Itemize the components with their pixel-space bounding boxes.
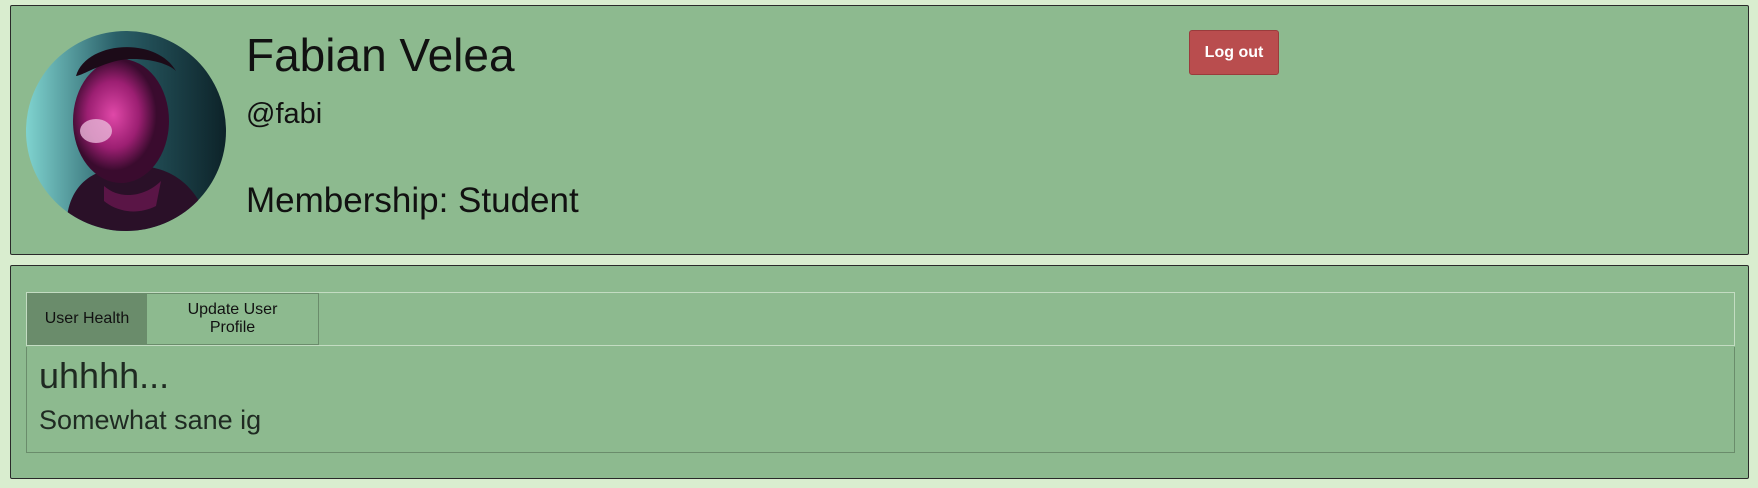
- panel-text: Somewhat sane ig: [39, 405, 262, 435]
- panel-heading: uhhhh...: [39, 355, 170, 396]
- tab-user-health[interactable]: User Health: [27, 293, 147, 345]
- profile-card: Fabian Velea @fabi Membership: Student L…: [10, 5, 1749, 255]
- membership-label: Membership:: [246, 181, 449, 220]
- membership-line: Membership: Student: [246, 181, 579, 221]
- user-handle: @fabi: [246, 98, 323, 130]
- user-full-name: Fabian Velea: [246, 29, 515, 81]
- logout-button[interactable]: Log out: [1189, 30, 1279, 75]
- tabs-card: User Health Update User Profile uhhhh...…: [10, 265, 1749, 479]
- tab-panel-user-health: uhhhh... Somewhat sane ig: [26, 347, 1735, 453]
- membership-value: Student: [458, 181, 579, 220]
- tab-bar: User Health Update User Profile: [26, 292, 1735, 346]
- tab-update-user-profile[interactable]: Update User Profile: [146, 293, 319, 345]
- avatar-photo-icon: [26, 31, 226, 231]
- user-photo-avatar: [26, 31, 226, 231]
